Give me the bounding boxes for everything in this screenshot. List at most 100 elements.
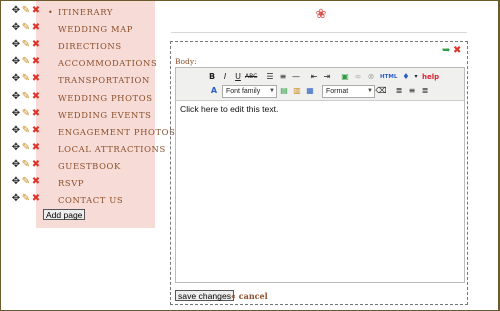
nav-item-controls: ✥ ✎ ✖ (11, 125, 51, 138)
move-icon[interactable]: ✥ (11, 159, 21, 170)
pencil-icon[interactable]: ✎ (21, 142, 31, 153)
help-link[interactable]: help (422, 71, 439, 83)
copy-icon[interactable]: ▥ (291, 85, 303, 97)
nav-item[interactable]: ✥ ✎ ✖ • ITINERARY (12, 4, 196, 21)
delete-icon[interactable]: ✖ (31, 91, 41, 102)
html-button[interactable]: HTML (380, 71, 397, 83)
page: ✥ ✎ ✖ • ITINERARY ✥ ✎ ✖ WEDDING MAP ✥ ✎ ✖ DIRECTIONS… (1, 1, 498, 310)
delete-icon[interactable]: ✖ (31, 194, 41, 204)
nav-item-controls: ✥ ✎ ✖ (11, 57, 51, 69)
pencil-icon[interactable]: ✎ (21, 194, 31, 204)
pencil-icon[interactable]: ✎ (21, 125, 31, 136)
nav-item-label: ACCOMMODATIONS (58, 58, 158, 69)
nav-item-controls: ✥ ✎ ✖ (11, 23, 51, 35)
indent-button[interactable]: ⇥ (321, 71, 333, 83)
nav-item[interactable]: ✥ ✎ ✖ WEDDING MAP (12, 21, 196, 38)
edit-panel: ➥ ✖ Body: B I U ABC ☰ ≡ — ⇤ ⇥ ▣ ∞ ⊗ HTML… (170, 41, 468, 305)
move-icon[interactable]: ✥ (11, 6, 21, 16)
nav-item-label: LOCAL ATTRACTIONS (58, 143, 166, 154)
cut-icon[interactable]: ▤ (278, 85, 290, 97)
toolbar-row-1: B I U ABC ☰ ≡ — ⇤ ⇥ ▣ ∞ ⊗ HTML ♦ ▾ help (178, 71, 462, 85)
delete-icon[interactable]: ✖ (31, 40, 41, 50)
nav-item-controls: ✥ ✎ ✖ (11, 177, 51, 189)
nav-item-controls: ✥ ✎ ✖ (11, 142, 51, 155)
paste-text-icon[interactable]: ▦ (304, 85, 316, 97)
pencil-icon[interactable]: ✎ (21, 74, 31, 84)
delete-icon[interactable]: ✖ (31, 125, 41, 136)
pencil-icon[interactable]: ✎ (21, 108, 31, 119)
chevron-down-icon: ▼ (269, 88, 275, 94)
editor-toolbar: B I U ABC ☰ ≡ — ⇤ ⇥ ▣ ∞ ⊗ HTML ♦ ▾ help (176, 68, 464, 101)
move-icon[interactable]: ✥ (11, 142, 21, 153)
delete-icon[interactable]: ✖ (31, 177, 41, 187)
image-icon[interactable]: ▣ (339, 71, 351, 83)
nav-item-controls: ✥ ✎ ✖ (11, 159, 51, 172)
nav-item-controls: ✥ ✎ ✖ (11, 40, 51, 52)
align-left-button[interactable]: ≣ (393, 85, 405, 97)
nav-item-label: RSVP (58, 178, 85, 188)
cancel-link[interactable]: « cancel (231, 291, 268, 301)
nav-item-controls: ✥ ✎ ✖ (11, 74, 51, 86)
link-icon[interactable]: ∞ (352, 71, 364, 83)
panel-controls: ➥ ✖ (442, 45, 462, 56)
delete-icon[interactable]: ✖ (31, 57, 41, 67)
paste-dropdown-icon[interactable]: ▾ (410, 71, 422, 83)
pencil-icon[interactable]: ✎ (21, 91, 31, 102)
delete-icon[interactable]: ✖ (31, 159, 41, 170)
pencil-icon[interactable]: ✎ (21, 177, 31, 187)
move-icon[interactable]: ✥ (11, 125, 21, 136)
pencil-icon[interactable]: ✎ (21, 6, 31, 16)
save-changes-button[interactable]: save changes (175, 290, 235, 301)
nav-item-controls: ✥ ✎ ✖ (11, 91, 51, 104)
pencil-icon[interactable]: ✎ (21, 23, 31, 33)
move-icon[interactable]: ✥ (11, 57, 21, 67)
delete-icon[interactable]: ✖ (31, 108, 41, 119)
pencil-icon[interactable]: ✎ (21, 159, 31, 170)
move-up-icon[interactable]: ➥ (442, 45, 450, 56)
move-icon[interactable]: ✥ (11, 40, 21, 50)
format-value: Format (326, 88, 349, 95)
close-panel-icon[interactable]: ✖ (453, 45, 461, 56)
nav-item-controls: ✥ ✎ ✖ (11, 6, 51, 18)
move-icon[interactable]: ✥ (11, 194, 21, 204)
nav-item-label: ENGAGEMENT PHOTOS (58, 126, 176, 137)
add-page-button[interactable]: Add page (43, 209, 86, 220)
font-family-select[interactable]: Font family ▼ (222, 85, 277, 98)
editor-content[interactable]: Click here to edit this text. (180, 104, 278, 114)
underline-button[interactable]: U (232, 71, 244, 83)
delete-icon[interactable]: ✖ (31, 23, 41, 33)
move-icon[interactable]: ✥ (11, 91, 21, 102)
eraser-icon[interactable]: ⌫ (375, 85, 387, 97)
move-icon[interactable]: ✥ (11, 23, 21, 33)
horizontal-rule-button[interactable]: — (290, 71, 302, 83)
numbered-list-button[interactable]: ≡ (277, 71, 289, 83)
align-right-button[interactable]: ≣ (419, 85, 431, 97)
chevron-down-icon: ▼ (367, 88, 373, 94)
move-icon[interactable]: ✥ (11, 74, 21, 84)
move-icon[interactable]: ✥ (11, 108, 21, 119)
align-center-button[interactable]: ≡ (406, 85, 418, 97)
outdent-button[interactable]: ⇤ (308, 71, 320, 83)
bullet-list-button[interactable]: ☰ (264, 71, 276, 83)
delete-icon[interactable]: ✖ (31, 142, 41, 153)
pencil-icon[interactable]: ✎ (21, 57, 31, 67)
font-color-icon[interactable]: A (208, 85, 220, 97)
unlink-icon[interactable]: ⊗ (365, 71, 377, 83)
rich-text-editor: B I U ABC ☰ ≡ — ⇤ ⇥ ▣ ∞ ⊗ HTML ♦ ▾ help (175, 67, 465, 283)
toolbar-row-2: A Font family ▼ ▤ ▥ ▦ Format ▼ ⌫ ≣ ≡ ≣ (178, 85, 462, 99)
nav-item-label: ITINERARY (58, 7, 113, 17)
nav-item-controls: ✥ ✎ ✖ (11, 108, 51, 121)
move-icon[interactable]: ✥ (11, 177, 21, 187)
nav-item-label: WEDDING MAP (58, 24, 133, 35)
delete-icon[interactable]: ✖ (31, 6, 41, 16)
sidebar-nav: ✥ ✎ ✖ • ITINERARY ✥ ✎ ✖ WEDDING MAP ✥ ✎ ✖ DIRECTIONS… (12, 1, 175, 228)
strikethrough-button[interactable]: ABC (245, 71, 257, 83)
divider (171, 32, 467, 33)
pencil-icon[interactable]: ✎ (21, 40, 31, 50)
italic-button[interactable]: I (219, 71, 231, 83)
delete-icon[interactable]: ✖ (31, 74, 41, 84)
nav-item-controls: ✥ ✎ ✖ (11, 194, 51, 206)
font-family-value: Font family (226, 88, 261, 95)
bold-button[interactable]: B (206, 71, 218, 83)
format-select[interactable]: Format ▼ (322, 85, 375, 98)
